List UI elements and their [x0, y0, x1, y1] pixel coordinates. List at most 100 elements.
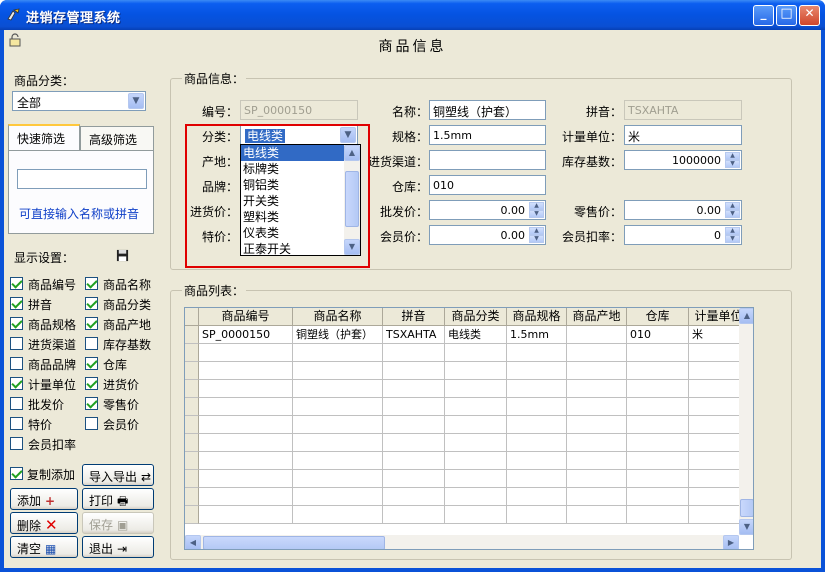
display-setting-checkbox[interactable]	[85, 297, 98, 310]
table-cell[interactable]	[383, 470, 445, 488]
scroll-down-icon[interactable]: ▼	[739, 519, 753, 535]
save-button[interactable]: 保存 ▣	[82, 512, 154, 534]
table-cell[interactable]: 010	[627, 326, 689, 344]
display-setting-checkbox[interactable]	[10, 377, 23, 390]
name-field[interactable]: 铜塑线（护套）	[429, 100, 546, 120]
row-indicator[interactable]	[185, 488, 199, 506]
member-rate-field[interactable]: 0 ▲ ▼	[624, 225, 742, 245]
table-row[interactable]	[185, 470, 753, 488]
maximize-button[interactable]: □	[776, 5, 797, 26]
table-cell[interactable]	[507, 506, 567, 524]
table-cell[interactable]	[199, 434, 293, 452]
table-cell[interactable]	[383, 488, 445, 506]
table-row[interactable]	[185, 488, 753, 506]
scroll-right-icon[interactable]: ▶	[723, 535, 739, 549]
table-cell[interactable]	[567, 470, 627, 488]
table-cell[interactable]	[383, 398, 445, 416]
table-cell[interactable]	[567, 344, 627, 362]
close-button[interactable]: ✕	[799, 5, 820, 26]
display-setting-checkbox[interactable]	[10, 337, 23, 350]
floppy-disk-icon[interactable]	[116, 249, 129, 262]
column-header[interactable]: 商品规格	[507, 308, 567, 326]
table-cell[interactable]	[383, 380, 445, 398]
display-setting-checkbox[interactable]	[10, 397, 23, 410]
table-cell[interactable]	[507, 344, 567, 362]
table-horizontal-scrollbar[interactable]: ◀ ▶	[185, 535, 739, 549]
table-cell[interactable]	[445, 398, 507, 416]
display-setting-checkbox[interactable]	[85, 377, 98, 390]
column-header[interactable]: 拼音	[383, 308, 445, 326]
table-cell[interactable]	[627, 380, 689, 398]
table-cell[interactable]	[199, 470, 293, 488]
row-indicator[interactable]	[185, 380, 199, 398]
table-cell[interactable]	[293, 470, 383, 488]
table-cell[interactable]	[627, 434, 689, 452]
table-cell[interactable]	[567, 380, 627, 398]
chevron-down-icon[interactable]: ▼	[128, 93, 144, 109]
table-cell[interactable]	[507, 470, 567, 488]
table-cell[interactable]	[627, 362, 689, 380]
table-vscroll-thumb[interactable]	[740, 499, 753, 517]
copy-add-checkbox[interactable]	[10, 467, 23, 480]
stock-spinner[interactable]: ▲ ▼	[725, 152, 740, 168]
table-cell[interactable]	[567, 434, 627, 452]
table-cell[interactable]	[507, 488, 567, 506]
table-cell[interactable]	[293, 452, 383, 470]
title-bar[interactable]: 进销存管理系统 _ □ ✕	[0, 0, 825, 30]
table-cell[interactable]	[507, 380, 567, 398]
unit-field[interactable]: 米	[624, 125, 742, 145]
table-cell[interactable]	[445, 488, 507, 506]
display-setting-checkbox[interactable]	[10, 297, 23, 310]
display-setting-checkbox[interactable]	[85, 417, 98, 430]
table-cell[interactable]: SP_0000150	[199, 326, 293, 344]
stock-field[interactable]: 1000000 ▲ ▼	[624, 150, 742, 170]
display-setting-checkbox[interactable]	[85, 397, 98, 410]
column-header[interactable]: 商品分类	[445, 308, 507, 326]
column-header[interactable]: 仓库	[627, 308, 689, 326]
display-setting-checkbox[interactable]	[85, 317, 98, 330]
clear-button[interactable]: 清空 ▦	[10, 536, 78, 558]
table-cell[interactable]	[567, 488, 627, 506]
table-cell[interactable]	[627, 398, 689, 416]
table-cell[interactable]	[567, 326, 627, 344]
spec-field[interactable]: 1.5mm	[429, 125, 546, 145]
table-cell[interactable]	[627, 344, 689, 362]
add-button[interactable]: 添加 +	[10, 488, 78, 510]
exit-button[interactable]: 退出 ⇥	[82, 536, 154, 558]
table-cell[interactable]	[445, 380, 507, 398]
display-setting-checkbox[interactable]	[10, 417, 23, 430]
scroll-up-icon[interactable]: ▲	[739, 308, 753, 324]
row-indicator[interactable]	[185, 470, 199, 488]
table-cell[interactable]	[507, 362, 567, 380]
table-cell[interactable]	[567, 416, 627, 434]
row-indicator[interactable]	[185, 362, 199, 380]
code-field[interactable]: SP_0000150	[240, 100, 358, 120]
table-row[interactable]	[185, 506, 753, 524]
print-button[interactable]: 打印 🖶	[82, 488, 154, 510]
table-cell[interactable]	[199, 362, 293, 380]
table-cell[interactable]	[199, 452, 293, 470]
table-cell[interactable]	[567, 398, 627, 416]
table-cell[interactable]	[567, 506, 627, 524]
table-cell[interactable]	[383, 416, 445, 434]
table-cell[interactable]: TSXAHTA	[383, 326, 445, 344]
table-cell[interactable]	[293, 506, 383, 524]
row-indicator[interactable]	[185, 344, 199, 362]
table-cell[interactable]	[383, 434, 445, 452]
table-cell[interactable]	[627, 506, 689, 524]
table-row[interactable]	[185, 416, 753, 434]
display-setting-checkbox[interactable]	[10, 317, 23, 330]
table-cell[interactable]	[199, 344, 293, 362]
display-setting-checkbox[interactable]	[85, 337, 98, 350]
category-select[interactable]: 全部 ▼	[12, 91, 146, 111]
row-indicator[interactable]	[185, 506, 199, 524]
import-export-button[interactable]: 导入导出 ⇄	[82, 464, 154, 486]
table-cell[interactable]	[383, 506, 445, 524]
display-setting-checkbox[interactable]	[85, 277, 98, 290]
column-header[interactable]: 商品名称	[293, 308, 383, 326]
table-cell[interactable]	[567, 362, 627, 380]
table-cell[interactable]	[383, 344, 445, 362]
table-cell[interactable]: 铜塑线（护套）	[293, 326, 383, 344]
table-cell[interactable]	[293, 488, 383, 506]
member-rate-spinner[interactable]: ▲ ▼	[725, 227, 740, 243]
